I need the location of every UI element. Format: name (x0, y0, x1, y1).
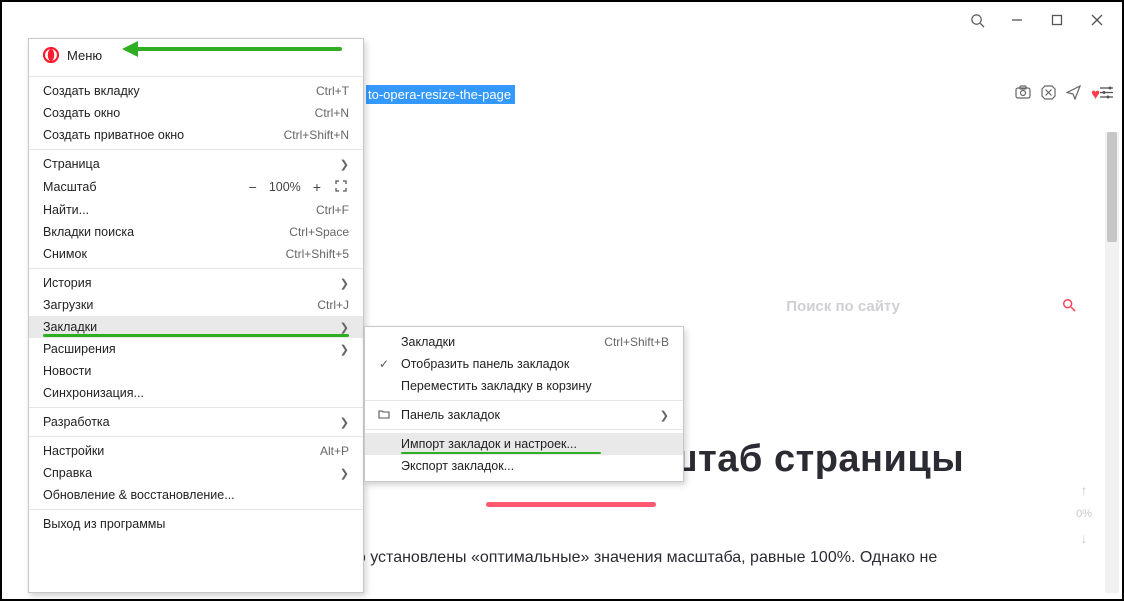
submenu-move-trash[interactable]: Переместить закладку в корзину (365, 375, 683, 397)
chevron-right-icon: ❯ (340, 416, 349, 429)
menu-search-tabs[interactable]: Вкладки поиска Ctrl+Space (29, 221, 363, 243)
close-button[interactable] (1078, 6, 1116, 34)
chevron-right-icon: ❯ (340, 158, 349, 171)
submenu-export[interactable]: Экспорт закладок... (365, 455, 683, 477)
search-placeholder[interactable]: Поиск по сайту (786, 298, 900, 315)
menu-settings[interactable]: Настройки Alt+P (29, 440, 363, 462)
annotation-underline (43, 334, 349, 337)
arrow-up-icon[interactable]: ↑ (1081, 482, 1088, 498)
chevron-right-icon: ❯ (340, 343, 349, 356)
easy-setup-icon[interactable] (1099, 86, 1114, 104)
menu-help[interactable]: Справка ❯ (29, 462, 363, 484)
menu-new-window[interactable]: Создать окно Ctrl+N (29, 102, 363, 124)
browser-window: to-opera-resize-the-page ♥ Поиск по сайт… (0, 0, 1124, 601)
menu-snapshot[interactable]: Снимок Ctrl+Shift+5 (29, 243, 363, 265)
menu-exit[interactable]: Выход из программы (29, 513, 363, 535)
send-icon[interactable] (1066, 85, 1081, 104)
zoom-in-button[interactable]: + (311, 179, 323, 195)
zoom-percent: 0% (1076, 508, 1092, 520)
menu-find[interactable]: Найти... Ctrl+F (29, 199, 363, 221)
submenu-import[interactable]: Импорт закладок и настроек... (365, 433, 683, 455)
menu-new-tab[interactable]: Создать вкладку Ctrl+T (29, 80, 363, 102)
submenu-show-bar[interactable]: ✓ Отобразить панель закладок (365, 353, 683, 375)
decorative-underline (486, 502, 656, 507)
fullscreen-icon[interactable] (333, 179, 349, 195)
bookmarks-submenu: Закладки Ctrl+Shift+B ✓ Отобразить панел… (364, 326, 684, 482)
page-headline: штаб страницы (666, 438, 964, 481)
zoom-value: 100% (269, 180, 301, 194)
titlebar (2, 2, 1122, 38)
menu-history[interactable]: История ❯ (29, 272, 363, 294)
menu-news[interactable]: Новости (29, 360, 363, 382)
chevron-right-icon: ❯ (340, 467, 349, 480)
menu-extensions[interactable]: Расширения ❯ (29, 338, 363, 360)
search-icon[interactable] (958, 6, 996, 34)
zoom-out-button[interactable]: − (247, 179, 259, 195)
block-icon[interactable] (1041, 85, 1056, 104)
url-selected-text: to-opera-resize-the-page (366, 85, 515, 104)
chevron-right-icon: ❯ (340, 321, 349, 334)
minimize-button[interactable] (998, 6, 1036, 34)
camera-icon[interactable] (1015, 85, 1031, 103)
menu-page[interactable]: Страница ❯ (29, 153, 363, 175)
menu-new-private[interactable]: Создать приватное окно Ctrl+Shift+N (29, 124, 363, 146)
menu-header[interactable]: Меню (29, 39, 363, 73)
menu-bookmarks[interactable]: Закладки ❯ (29, 316, 363, 338)
zoom-panel: ↑ 0% ↓ (1076, 482, 1092, 546)
submenu-bookmarks-bar[interactable]: Панель закладок ❯ (365, 404, 683, 426)
address-icons: ♥ (1015, 85, 1100, 104)
check-icon: ✓ (377, 357, 391, 371)
annotation-underline (401, 452, 601, 455)
menu-update[interactable]: Обновление & восстановление... (29, 484, 363, 506)
menu-develop[interactable]: Разработка ❯ (29, 411, 363, 433)
menu-zoom[interactable]: Масштаб − 100% + (29, 175, 363, 199)
maximize-button[interactable] (1038, 6, 1076, 34)
folder-icon (377, 408, 391, 422)
menu-label: Меню (67, 48, 102, 63)
menu-downloads[interactable]: Загрузки Ctrl+J (29, 294, 363, 316)
submenu-bookmarks[interactable]: Закладки Ctrl+Shift+B (365, 331, 683, 353)
search-submit-icon[interactable] (1062, 298, 1076, 316)
scrollbar[interactable] (1105, 132, 1119, 593)
page-paragraph: нию установлены «оптимальные» значения м… (336, 546, 1078, 570)
chevron-right-icon: ❯ (660, 409, 669, 422)
opera-main-menu: Меню Создать вкладку Ctrl+T Создать окно… (28, 38, 364, 593)
arrow-down-icon[interactable]: ↓ (1081, 530, 1088, 546)
menu-sync[interactable]: Синхронизация... (29, 382, 363, 404)
address-bar[interactable]: to-opera-resize-the-page ♥ (366, 80, 1100, 108)
opera-logo-icon (43, 47, 59, 63)
chevron-right-icon: ❯ (340, 277, 349, 290)
scrollbar-thumb[interactable] (1107, 132, 1117, 242)
